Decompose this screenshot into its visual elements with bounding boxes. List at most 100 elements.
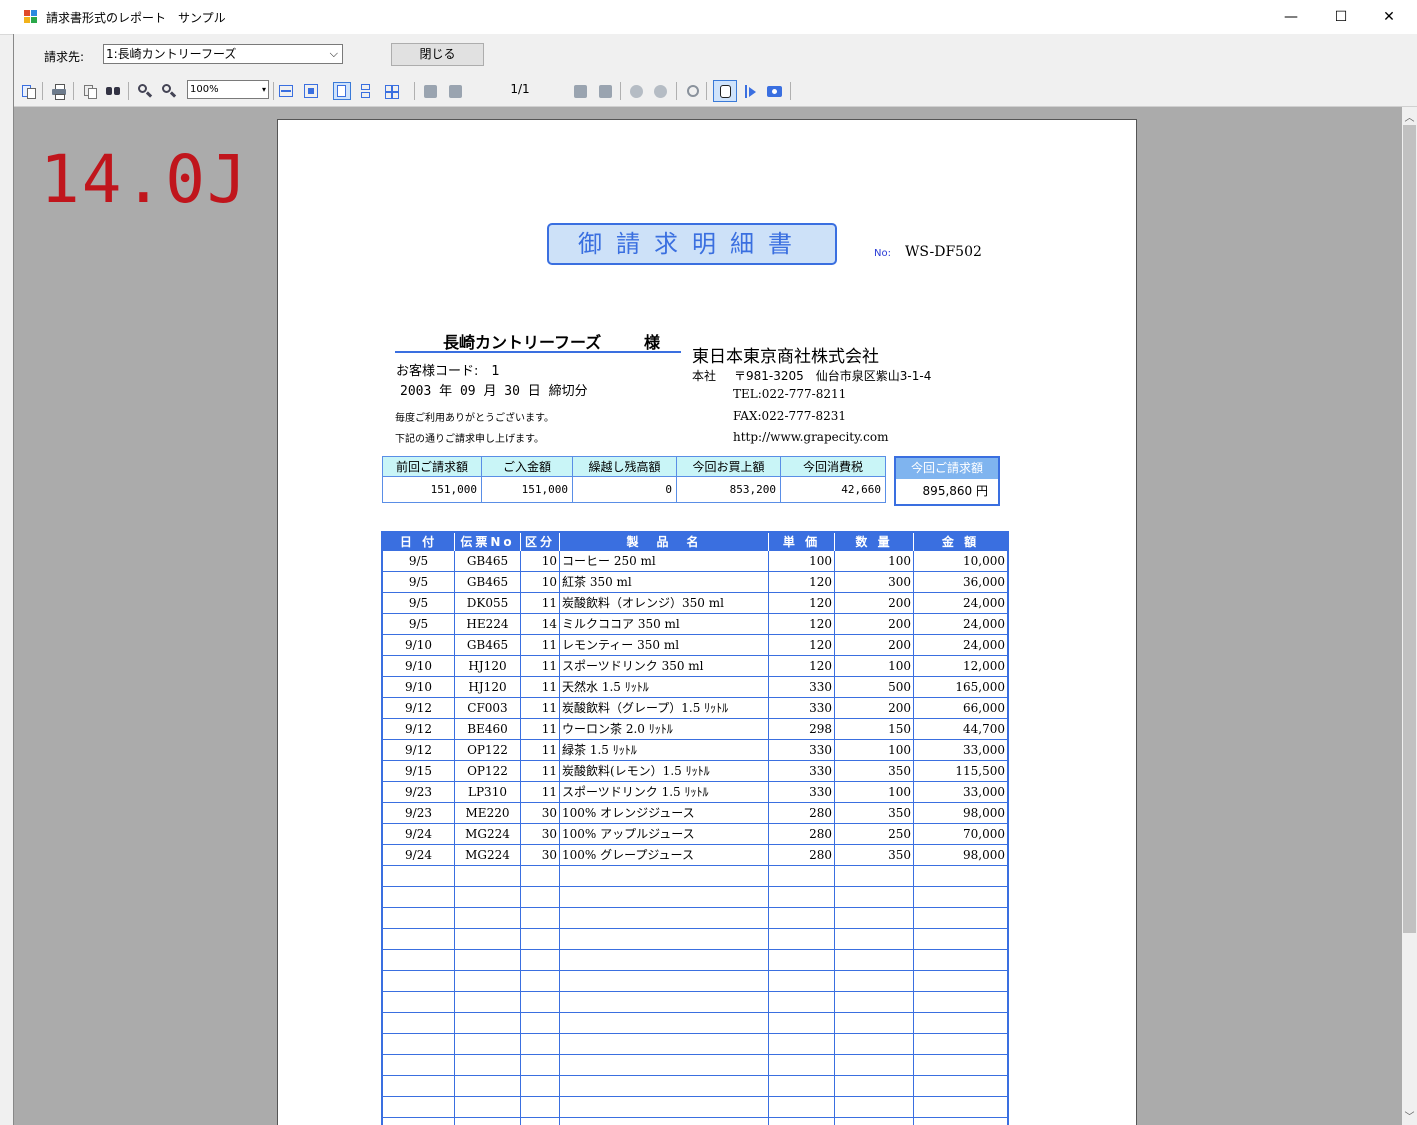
zoom-out-icon[interactable] [136,82,154,100]
total-value: 895,860 円 [896,479,998,504]
empty-cell [520,970,560,992]
close-window-button[interactable]: ✕ [1366,4,1412,30]
recipient-dropdown[interactable]: 1:長崎カントリーフーズ ⌵ [103,44,343,64]
empty-cell [454,949,521,971]
detail-quantity: 100 [834,781,914,803]
summary-value: 42,660 [780,476,886,503]
summary-header: 前回ご請求額 [382,456,482,477]
forward-icon[interactable] [651,82,669,100]
empty-cell [768,886,835,908]
detail-unit-price: 120 [768,571,835,593]
empty-cell [834,991,914,1013]
minimize-button[interactable]: — [1268,4,1314,30]
detail-category: 11 [520,760,560,782]
fit-width-icon[interactable] [277,82,295,100]
empty-cell [454,907,521,929]
empty-cell [834,949,914,971]
report-page: 御請求明細書 No: WS-DF502 長崎カントリーフーズ 様 お客様コード:… [277,119,1137,1125]
page-indicator[interactable]: 1/1 [471,80,569,99]
summary-header: 繰越し残高額 [572,456,677,477]
empty-cell [913,949,1008,971]
print-icon[interactable] [50,82,68,100]
empty-cell [834,1075,914,1097]
back-icon[interactable] [627,82,645,100]
detail-category: 11 [520,739,560,761]
empty-cell [382,1096,455,1118]
zoom-in-icon[interactable] [160,82,178,100]
detail-unit-price: 330 [768,781,835,803]
detail-amount: 98,000 [913,802,1008,824]
detail-unit-price: 330 [768,697,835,719]
detail-quantity: 200 [834,697,914,719]
snapshot-icon[interactable] [765,82,783,100]
last-page-icon[interactable] [596,82,614,100]
empty-cell [913,1054,1008,1076]
detail-amount: 24,000 [913,592,1008,614]
next-page-icon[interactable] [571,82,589,100]
detail-category: 10 [520,550,560,572]
recipient-bar: 請求先: 1:長崎カントリーフーズ ⌵ 閉じる [14,34,1417,74]
select-icon[interactable] [741,82,759,100]
empty-cell [768,1075,835,1097]
detail-product: 紅茶 350 ml [559,571,769,593]
close-button[interactable]: 閉じる [391,43,484,66]
document-title: 御請求明細書 [547,223,837,265]
table-row: 9/5 GB465 10 紅茶 350 ml 120 300 36,000 [382,571,1008,593]
empty-cell [382,1012,455,1034]
continuous-icon[interactable] [357,82,375,100]
hq-address: 〒981-3205 仙台市泉区紫山3-1-4 [734,369,932,383]
empty-cell [559,1117,769,1125]
prev-page-icon[interactable] [446,82,464,100]
scroll-up-icon[interactable]: ︿ [1402,109,1417,124]
empty-cell [559,949,769,971]
detail-date: 9/10 [382,655,455,677]
toc-icon[interactable] [19,82,37,100]
empty-cell [834,970,914,992]
detail-category: 11 [520,655,560,677]
detail-quantity: 500 [834,676,914,698]
empty-table-row [382,865,1008,887]
detail-product: 100% グレープジュース [559,844,769,866]
viewer-toolbar: 100% ▾ 1/1 [14,74,1417,107]
report-viewport[interactable]: 14.0J 御請求明細書 No: WS-DF502 長崎カントリーフーズ 様 お… [14,107,1402,1125]
detail-product: スポーツドリンク 350 ml [559,655,769,677]
pan-icon[interactable] [713,80,737,102]
empty-cell [559,970,769,992]
single-page-icon[interactable] [333,82,351,100]
detail-quantity: 100 [834,739,914,761]
refresh-icon[interactable] [684,82,702,100]
vertical-scrollbar[interactable]: ︿ ﹀ [1402,107,1417,1125]
detail-product: 炭酸飲料（グレープ）1.5 ﾘｯﾄﾙ [559,697,769,719]
first-page-icon[interactable] [421,82,439,100]
detail-unit-price: 298 [768,718,835,740]
table-row: 9/23 ME220 30 100% オレンジジュース 280 350 98,000 [382,802,1008,824]
empty-cell [768,991,835,1013]
empty-cell [520,886,560,908]
empty-cell [913,1117,1008,1125]
detail-quantity: 350 [834,760,914,782]
empty-cell [834,1096,914,1118]
zoom-dropdown[interactable]: 100% ▾ [187,80,269,99]
summary-value: 0 [572,476,677,503]
empty-cell [520,1075,560,1097]
copy-icon[interactable] [81,82,99,100]
empty-cell [382,1054,455,1076]
detail-slip-no: ME220 [454,802,521,824]
detail-amount: 36,000 [913,571,1008,593]
find-icon[interactable] [104,82,122,100]
multi-page-icon[interactable] [382,82,408,100]
empty-table-row [382,1054,1008,1076]
empty-cell [559,1075,769,1097]
detail-amount: 10,000 [913,550,1008,572]
empty-cell [382,928,455,950]
fit-page-icon[interactable] [302,82,320,100]
scroll-thumb[interactable] [1403,125,1416,933]
maximize-button[interactable]: ☐ [1318,4,1364,30]
detail-product: コーヒー 250 ml [559,550,769,572]
detail-category: 11 [520,634,560,656]
detail-quantity: 100 [834,655,914,677]
scroll-down-icon[interactable]: ﹀ [1402,1108,1417,1123]
empty-cell [520,1117,560,1125]
empty-table-row [382,1033,1008,1055]
customer-underline [395,351,681,353]
